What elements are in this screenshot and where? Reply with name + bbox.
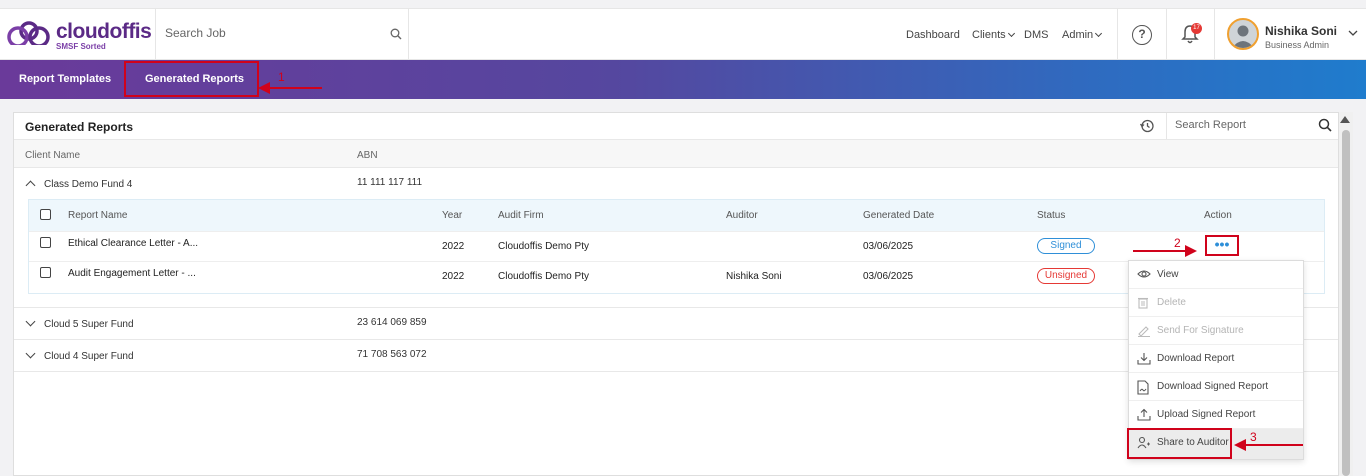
download-icon	[1137, 353, 1151, 365]
history-icon[interactable]	[1139, 118, 1155, 134]
annotation-step1: 1	[278, 70, 285, 84]
upload-icon	[1137, 408, 1151, 421]
nav-clients-label: Clients	[972, 29, 1006, 41]
status-badge: Unsigned	[1037, 268, 1095, 284]
logo-tagline: SMSF Sorted	[56, 42, 106, 51]
chevron-up-icon[interactable]	[25, 180, 36, 191]
divider	[1166, 9, 1167, 59]
report-year: 2022	[442, 271, 465, 282]
menu-item-label: Delete	[1157, 297, 1186, 308]
nav-admin[interactable]: Admin	[1062, 29, 1103, 41]
arrow-head-icon	[258, 82, 270, 94]
menu-item-upload-signed-report[interactable]: Upload Signed Report	[1129, 401, 1303, 429]
menu-item-view[interactable]: View	[1129, 261, 1303, 289]
menu-item-delete[interactable]: Delete	[1129, 289, 1303, 317]
help-icon[interactable]: ?	[1132, 25, 1152, 45]
report-audit-firm: Cloudoffis Demo Pty	[498, 241, 589, 252]
report-generated-date: 03/06/2025	[863, 271, 914, 282]
report-auditor: Nishika Soni	[726, 271, 782, 282]
column-status[interactable]: Status	[1037, 210, 1065, 221]
arrow-head-icon	[1185, 245, 1197, 257]
client-name: Cloud 4 Super Fund	[44, 351, 134, 362]
report-name[interactable]: Ethical Clearance Letter - A...	[68, 238, 198, 249]
scroll-up-arrow-icon[interactable]	[1340, 116, 1350, 123]
menu-item-label: View	[1157, 269, 1179, 280]
client-abn: 23 614 069 859	[357, 317, 427, 328]
report-name[interactable]: Audit Engagement Letter - ...	[68, 268, 196, 279]
client-name: Class Demo Fund 4	[44, 179, 133, 190]
search-icon[interactable]	[390, 28, 402, 40]
notification-badge: 17	[1191, 23, 1202, 34]
column-auditor[interactable]: Auditor	[726, 210, 758, 221]
row-checkbox[interactable]	[40, 237, 51, 248]
divider	[1117, 9, 1118, 59]
menu-item-label: Download Report	[1157, 353, 1235, 364]
chevron-down-icon[interactable]	[25, 316, 36, 327]
annotation-step3: 3	[1250, 430, 1257, 444]
client-name: Cloud 5 Super Fund	[44, 319, 134, 330]
report-search-input[interactable]	[1175, 119, 1315, 131]
column-client-name[interactable]: Client Name	[25, 150, 80, 161]
annotation-arrow-step3	[1243, 444, 1303, 446]
scrollbar-thumb[interactable]	[1342, 130, 1350, 476]
row-checkbox[interactable]	[40, 267, 51, 278]
table-header: Client Name ABN	[14, 139, 1338, 168]
logo-icon	[6, 21, 52, 51]
annotation-arrow-step1	[262, 87, 322, 89]
user-role: Business Admin	[1265, 40, 1330, 50]
chevron-down-icon	[1007, 29, 1015, 38]
column-generated-date[interactable]: Generated Date	[863, 210, 934, 221]
nav-admin-label: Admin	[1062, 29, 1094, 41]
subtable-header: Report Name Year Audit Firm Auditor Gene…	[29, 200, 1324, 231]
user-avatar-icon	[1232, 25, 1254, 48]
menu-item-download-report[interactable]: Download Report	[1129, 345, 1303, 373]
annotation-box-step1	[124, 61, 259, 97]
chevron-down-icon[interactable]	[1348, 29, 1358, 37]
column-audit-firm[interactable]: Audit Firm	[498, 210, 544, 221]
tab-report-templates[interactable]: Report Templates	[19, 73, 111, 85]
nav-clients[interactable]: Clients	[972, 29, 1015, 41]
client-abn: 71 708 563 072	[357, 349, 427, 360]
signature-icon	[1138, 326, 1150, 337]
menu-item-label: Download Signed Report	[1157, 381, 1269, 392]
client-abn: 11 111 117 111	[357, 177, 423, 188]
table-row: Ethical Clearance Letter - A... 2022 Clo…	[29, 231, 1324, 261]
status-badge: Signed	[1037, 238, 1095, 254]
eye-icon	[1137, 270, 1151, 278]
row-actions-button[interactable]: •••	[1205, 235, 1239, 256]
menu-item-send-for-signature[interactable]: Send For Signature	[1129, 317, 1303, 345]
logo-text: cloudoffis	[56, 20, 152, 43]
annotation-arrow-step2	[1133, 250, 1188, 252]
column-abn[interactable]: ABN	[357, 150, 378, 161]
trash-icon	[1138, 297, 1148, 309]
avatar[interactable]	[1227, 18, 1259, 50]
column-action: Action	[1204, 210, 1232, 221]
arrow-head-icon	[1234, 439, 1246, 451]
annotation-box-step3	[1127, 428, 1232, 459]
job-search-input[interactable]	[165, 26, 375, 40]
menu-item-label: Upload Signed Report	[1157, 409, 1256, 420]
report-year: 2022	[442, 241, 465, 252]
nav-dms[interactable]: DMS	[1024, 29, 1048, 41]
user-name[interactable]: Nishika Soni	[1265, 24, 1337, 38]
report-search	[1166, 113, 1339, 139]
signed-document-icon	[1137, 380, 1149, 395]
menu-item-download-signed-report[interactable]: Download Signed Report	[1129, 373, 1303, 401]
job-search	[155, 9, 409, 59]
top-header: cloudoffis SMSF Sorted Dashboard Clients…	[0, 8, 1366, 60]
select-all-checkbox[interactable]	[40, 209, 51, 220]
report-audit-firm: Cloudoffis Demo Pty	[498, 271, 589, 282]
nav-dashboard[interactable]: Dashboard	[906, 29, 960, 41]
page-title: Generated Reports	[25, 120, 134, 134]
menu-item-label: Send For Signature	[1157, 325, 1244, 336]
annotation-step2: 2	[1174, 236, 1181, 250]
report-generated-date: 03/06/2025	[863, 241, 914, 252]
chevron-down-icon[interactable]	[25, 348, 36, 359]
divider	[1214, 9, 1215, 59]
chevron-down-icon	[1095, 29, 1103, 38]
search-icon[interactable]	[1318, 118, 1332, 132]
logo[interactable]: cloudoffis SMSF Sorted	[6, 18, 156, 54]
column-report-name[interactable]: Report Name	[68, 210, 127, 221]
column-year[interactable]: Year	[442, 210, 462, 221]
